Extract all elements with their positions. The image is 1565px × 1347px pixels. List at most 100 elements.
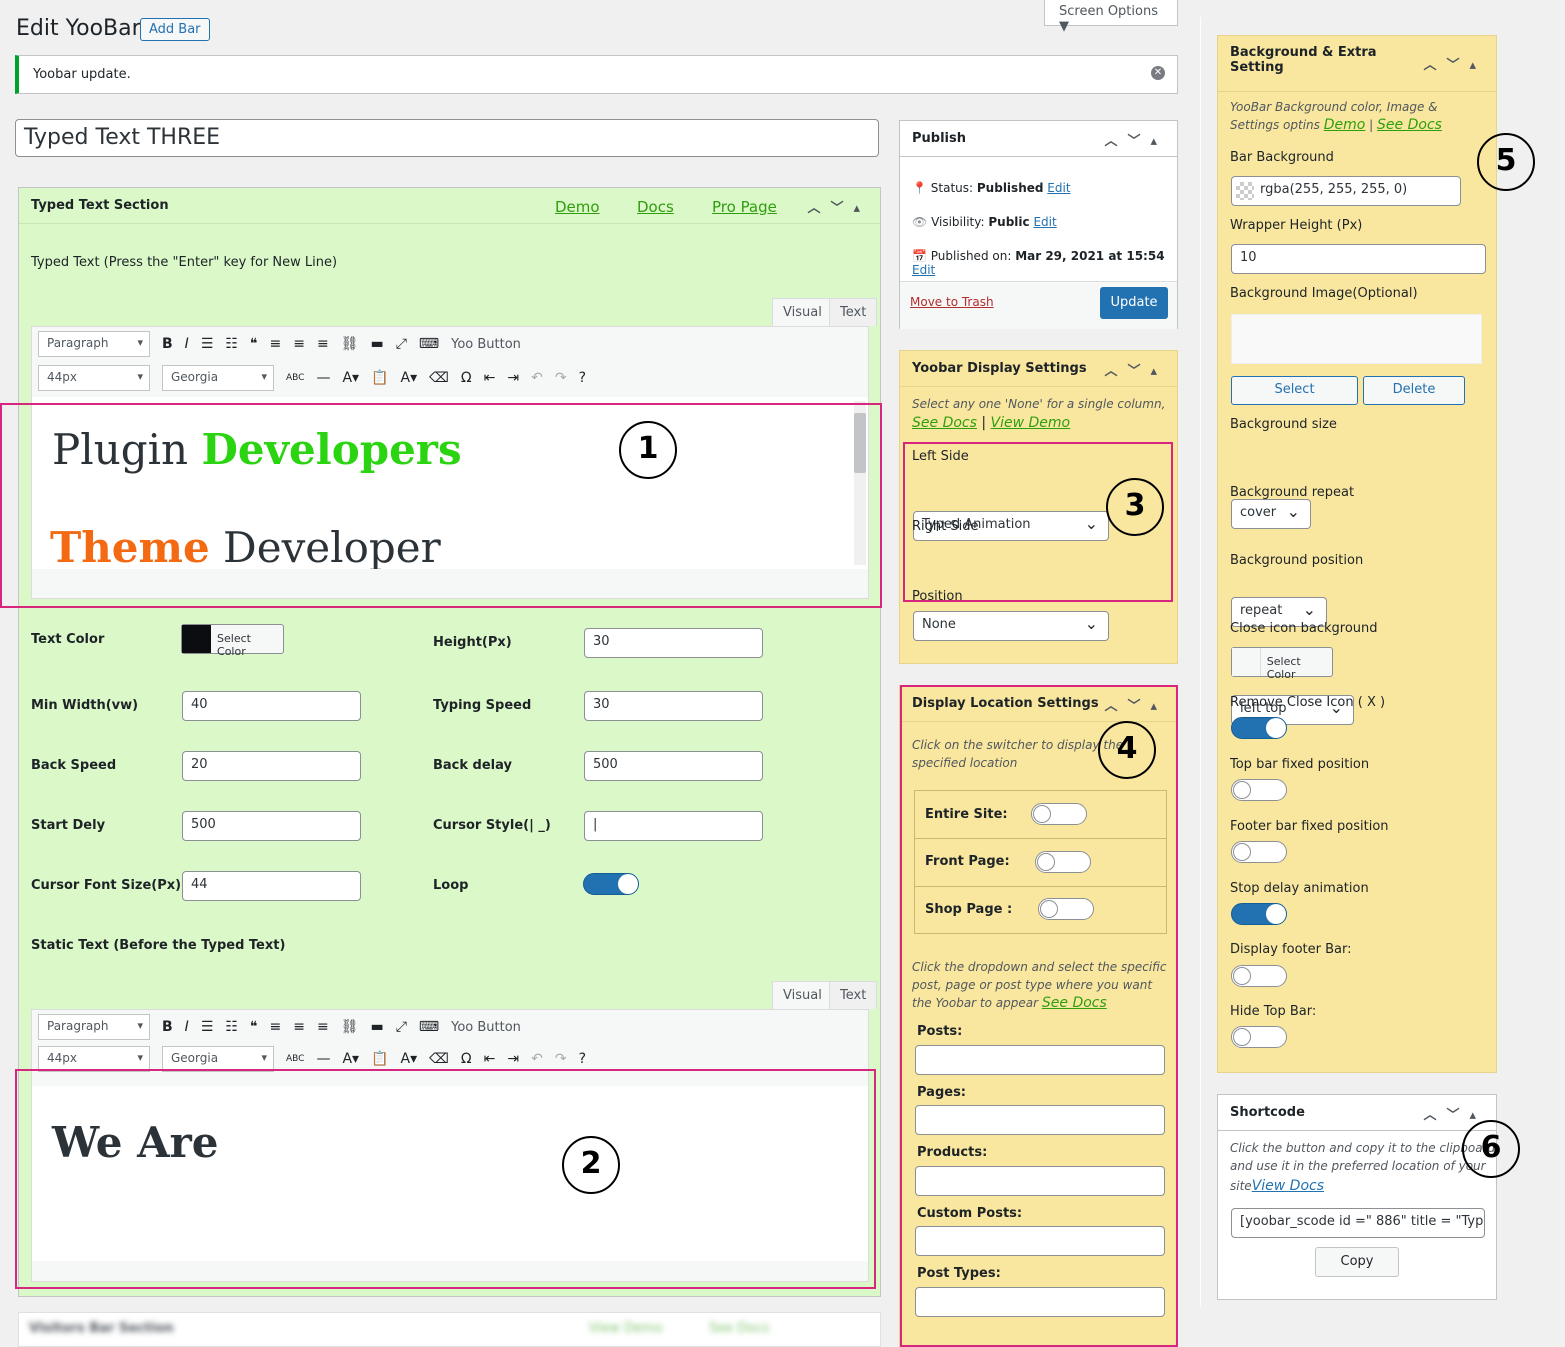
update-button[interactable]: Update — [1100, 287, 1168, 319]
hr-icon[interactable]: — — [316, 370, 330, 386]
back-delay-input[interactable]: 500 — [584, 751, 763, 781]
min-width-input[interactable]: 40 — [182, 691, 361, 721]
text-color-picker[interactable]: Select Color — [181, 624, 284, 658]
align-right-icon[interactable]: ≡ — [317, 336, 329, 352]
collapse-arrows-icon[interactable]: ︿﹀▴ — [1104, 360, 1167, 379]
demo-link[interactable]: Demo — [555, 198, 600, 216]
bullet-list-icon[interactable]: ☰ — [201, 1019, 214, 1035]
copy-button[interactable]: Copy — [1315, 1247, 1399, 1277]
font-size-select[interactable]: 44px — [38, 365, 150, 391]
strikethrough-icon[interactable]: ABC — [286, 373, 304, 383]
blurred-docs-link[interactable]: See Docs — [709, 1321, 769, 1336]
numbered-list-icon[interactable]: ☷ — [225, 1019, 238, 1035]
footer-fixed-toggle[interactable] — [1231, 841, 1287, 863]
cursor-font-input[interactable]: 44 — [182, 871, 361, 901]
bg-size-select[interactable]: cover — [1231, 499, 1311, 529]
collapse-arrows-icon[interactable]: ︿﹀▴ — [1104, 130, 1167, 149]
cursor-style-input[interactable]: | — [584, 811, 763, 841]
shortcode-input[interactable]: [yoobar_scode id =" 886" title = "Type — [1231, 1208, 1485, 1238]
loop-toggle[interactable] — [583, 873, 639, 895]
more-icon[interactable]: ▬ — [370, 1019, 383, 1035]
visitors-section-header[interactable]: Visitors Bar Section View Demo See Docs — [18, 1312, 881, 1347]
see-docs-link[interactable]: See Docs — [912, 415, 977, 431]
indent-icon[interactable]: ⇥ — [507, 1051, 519, 1067]
keyboard-icon[interactable]: ⌨ — [419, 336, 439, 352]
paste-icon[interactable]: 📋 — [371, 1051, 388, 1067]
tab-visual-2[interactable]: Visual — [772, 981, 833, 1009]
tab-text-2[interactable]: Text — [829, 981, 878, 1009]
quote-icon[interactable]: ❝ — [250, 1019, 258, 1035]
move-to-trash-link[interactable]: Move to Trash — [910, 295, 994, 309]
keyboard-icon[interactable]: ⌨ — [419, 1019, 439, 1035]
quote-icon[interactable]: ❝ — [250, 336, 258, 352]
link-icon[interactable]: ⛓ — [341, 1019, 359, 1035]
see-docs-link[interactable]: See Docs — [1377, 117, 1442, 133]
outdent-icon[interactable]: ⇤ — [484, 370, 496, 386]
right-side-select[interactable]: None — [913, 611, 1109, 641]
help-icon[interactable]: ? — [579, 1051, 586, 1067]
bullet-list-icon[interactable]: ☰ — [201, 336, 214, 352]
undo-icon[interactable]: ↶ — [531, 370, 543, 386]
bold-icon[interactable]: B — [162, 1019, 173, 1035]
fullscreen-icon[interactable]: ⤢ — [396, 336, 407, 352]
italic-icon[interactable]: I — [185, 336, 189, 352]
view-demo-link[interactable]: View Demo — [991, 415, 1071, 431]
eraser-icon[interactable]: ⌫ — [429, 370, 449, 386]
italic-icon[interactable]: I — [185, 1019, 189, 1035]
wrapper-input[interactable]: 10 — [1231, 244, 1486, 274]
redo-icon[interactable]: ↷ — [555, 370, 567, 386]
back-speed-input[interactable]: 20 — [182, 751, 361, 781]
screen-options-button[interactable]: Screen Options ▼ — [1044, 0, 1178, 34]
format-select-2[interactable]: Paragraph — [38, 1014, 150, 1040]
yoo-button[interactable]: Yoo Button — [451, 337, 521, 352]
text-color-icon[interactable]: A▾ — [342, 370, 359, 386]
align-center-icon[interactable]: ≡ — [293, 336, 305, 352]
view-docs-link[interactable]: View Docs — [1252, 1178, 1324, 1194]
collapse-arrows-icon[interactable]: ︿﹀▴ — [1423, 1104, 1486, 1123]
omega-icon[interactable]: Ω — [461, 1051, 472, 1067]
add-bar-button[interactable]: Add Bar — [140, 18, 210, 41]
paste-icon[interactable]: 📋 — [371, 370, 388, 386]
help-icon[interactable]: ? — [579, 370, 586, 386]
tab-text[interactable]: Text — [829, 298, 878, 326]
edit-visibility-link[interactable]: Edit — [1033, 215, 1056, 229]
align-left-icon[interactable]: ≡ — [269, 1019, 281, 1035]
hide-top-toggle[interactable] — [1231, 1026, 1287, 1048]
fullscreen-icon[interactable]: ⤢ — [396, 1019, 407, 1035]
bg-color-icon[interactable]: A▾ — [401, 1051, 418, 1067]
edit-date-link[interactable]: Edit — [912, 263, 935, 277]
post-title-input[interactable]: Typed Text THREE — [15, 119, 879, 157]
display-footer-toggle[interactable] — [1231, 965, 1287, 987]
outdent-icon[interactable]: ⇤ — [484, 1051, 496, 1067]
height-input[interactable]: 30 — [584, 628, 763, 658]
format-select[interactable]: Paragraph — [38, 331, 150, 357]
collapse-arrows-icon[interactable]: ︿﹀▴ — [1423, 54, 1486, 73]
edit-status-link[interactable]: Edit — [1047, 181, 1070, 195]
typing-speed-input[interactable]: 30 — [584, 691, 763, 721]
omega-icon[interactable]: Ω — [461, 370, 472, 386]
docs-link[interactable]: Docs — [637, 198, 674, 216]
delete-image-button[interactable]: Delete — [1363, 376, 1465, 405]
yoo-button-2[interactable]: Yoo Button — [451, 1020, 521, 1035]
bg-color-icon[interactable]: A▾ — [401, 370, 418, 386]
close-bg-picker[interactable]: Select Color — [1231, 647, 1333, 681]
select-image-button[interactable]: Select — [1231, 376, 1358, 405]
indent-icon[interactable]: ⇥ — [507, 370, 519, 386]
undo-icon[interactable]: ↶ — [531, 1051, 543, 1067]
stop-delay-toggle[interactable] — [1231, 903, 1287, 925]
numbered-list-icon[interactable]: ☷ — [225, 336, 238, 352]
remove-close-toggle[interactable] — [1231, 717, 1287, 739]
align-right-icon[interactable]: ≡ — [317, 1019, 329, 1035]
bar-bg-input[interactable]: rgba(255, 255, 255, 0) — [1231, 176, 1461, 206]
more-icon[interactable]: ▬ — [370, 336, 383, 352]
align-center-icon[interactable]: ≡ — [293, 1019, 305, 1035]
start-dely-input[interactable]: 500 — [182, 811, 361, 841]
redo-icon[interactable]: ↷ — [555, 1051, 567, 1067]
hr-icon[interactable]: — — [316, 1051, 330, 1067]
pro-page-link[interactable]: Pro Page — [712, 198, 777, 216]
strikethrough-icon[interactable]: ABC — [286, 1054, 304, 1064]
eraser-icon[interactable]: ⌫ — [429, 1051, 449, 1067]
top-fixed-toggle[interactable] — [1231, 779, 1287, 801]
text-color-icon[interactable]: A▾ — [342, 1051, 359, 1067]
dismiss-icon[interactable]: ✕ — [1151, 66, 1165, 80]
